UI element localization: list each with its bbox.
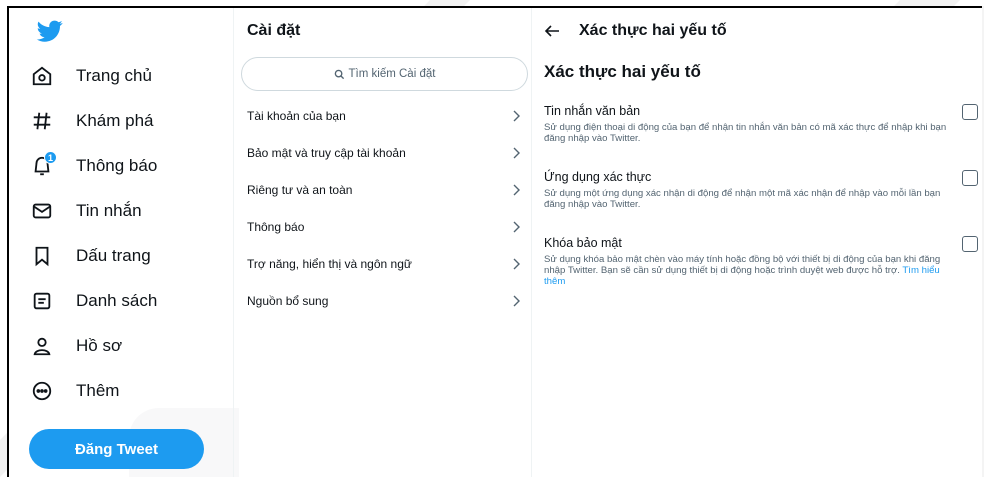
settings-item-label: Nguồn bổ sung bbox=[247, 293, 329, 308]
nav-item-explore[interactable]: Khám phá bbox=[27, 101, 154, 141]
list-icon bbox=[27, 286, 57, 316]
option-text-message[interactable]: Tin nhắn văn bản Sử dụng điện thoại di đ… bbox=[544, 104, 982, 144]
page-title: Xác thực hai yếu tố bbox=[544, 62, 701, 81]
nav-item-label: Trang chủ bbox=[76, 66, 152, 85]
nav-item-notifications[interactable]: 1 Thông báo bbox=[27, 146, 157, 186]
nav-item-home[interactable]: Trang chủ bbox=[27, 56, 152, 96]
home-icon bbox=[27, 61, 57, 91]
settings-item-label: Thông báo bbox=[247, 219, 305, 234]
option-description-text: Sử dụng khóa bảo mật chèn vào máy tính h… bbox=[544, 254, 941, 276]
settings-item-accessibility[interactable]: Trợ năng, hiển thị và ngôn ngữ bbox=[234, 245, 531, 282]
bookmark-icon bbox=[27, 241, 57, 271]
option-description: Sử dụng điện thoại di động của bạn để nh… bbox=[544, 122, 947, 144]
chevron-right-icon bbox=[513, 184, 520, 195]
mail-icon bbox=[27, 196, 57, 226]
settings-search-input[interactable]: Tìm kiếm Cài đặt bbox=[241, 57, 528, 91]
nav-item-messages[interactable]: Tin nhắn bbox=[27, 191, 142, 231]
settings-item-notifications[interactable]: Thông báo bbox=[234, 208, 531, 245]
option-authenticator-app[interactable]: Ứng dụng xác thực Sử dụng một ứng dụng x… bbox=[544, 170, 982, 210]
back-arrow-icon[interactable] bbox=[544, 24, 560, 38]
authenticator-app-checkbox[interactable] bbox=[962, 170, 978, 186]
settings-item-privacy[interactable]: Riêng tư và an toàn bbox=[234, 171, 531, 208]
nav-item-label: Thêm bbox=[76, 381, 120, 400]
settings-column: Cài đặt Tìm kiếm Cài đặt Tài khoản của b… bbox=[233, 8, 532, 477]
option-title: Ứng dụng xác thực bbox=[544, 170, 652, 184]
nav-item-label: Dấu trang bbox=[76, 246, 151, 265]
settings-title: Cài đặt bbox=[247, 22, 301, 39]
chevron-right-icon bbox=[513, 221, 520, 232]
text-message-checkbox[interactable] bbox=[962, 104, 978, 120]
twitter-window: Trang chủ Khám phá 1 Thông báo Tin nhắn bbox=[7, 6, 982, 477]
nav-item-more[interactable]: Thêm bbox=[27, 371, 119, 411]
option-title: Tin nhắn văn bản bbox=[544, 104, 641, 118]
search-icon bbox=[334, 69, 344, 79]
chevron-right-icon bbox=[513, 258, 520, 269]
chevron-right-icon bbox=[513, 147, 520, 158]
profile-icon bbox=[27, 331, 57, 361]
tweet-button[interactable]: Đăng Tweet bbox=[29, 429, 204, 469]
settings-item-label: Riêng tư và an toàn bbox=[247, 182, 353, 197]
chevron-right-icon bbox=[513, 295, 520, 306]
option-security-key[interactable]: Khóa bảo mật Sử dụng khóa bảo mật chèn v… bbox=[544, 236, 982, 287]
chevron-right-icon bbox=[513, 110, 520, 121]
two-factor-panel: Xác thực hai yếu tố Xác thực hai yếu tố … bbox=[532, 8, 982, 477]
twitter-logo-icon[interactable] bbox=[35, 18, 65, 44]
settings-item-account[interactable]: Tài khoản của bạn bbox=[234, 97, 531, 134]
left-navigation: Trang chủ Khám phá 1 Thông báo Tin nhắn bbox=[9, 8, 239, 477]
more-icon bbox=[27, 376, 57, 406]
option-description: Sử dụng một ứng dụng xác nhận di động để… bbox=[544, 188, 941, 210]
nav-item-profile[interactable]: Hồ sơ bbox=[27, 326, 122, 366]
panel-header-title: Xác thực hai yếu tố bbox=[579, 22, 727, 39]
nav-item-label: Hồ sơ bbox=[76, 336, 123, 355]
nav-item-label: Danh sách bbox=[76, 291, 158, 310]
settings-item-security[interactable]: Bảo mật và truy cập tài khoản bbox=[234, 134, 531, 171]
settings-item-label: Tài khoản của bạn bbox=[247, 108, 346, 123]
search-placeholder: Tìm kiếm Cài đặt bbox=[348, 68, 436, 80]
settings-item-resources[interactable]: Nguồn bổ sung bbox=[234, 282, 531, 319]
security-key-checkbox[interactable] bbox=[962, 236, 978, 252]
settings-item-label: Bảo mật và truy cập tài khoản bbox=[247, 145, 406, 160]
bell-icon: 1 bbox=[27, 151, 57, 181]
nav-item-lists[interactable]: Danh sách bbox=[27, 281, 157, 321]
notification-badge: 1 bbox=[44, 151, 57, 164]
settings-item-label: Trợ năng, hiển thị và ngôn ngữ bbox=[247, 256, 412, 271]
nav-item-label: Khám phá bbox=[76, 111, 154, 130]
option-title: Khóa bảo mật bbox=[544, 236, 622, 250]
option-description: Sử dụng khóa bảo mật chèn vào máy tính h… bbox=[544, 254, 959, 287]
nav-item-label: Thông báo bbox=[76, 156, 158, 175]
hashtag-icon bbox=[27, 106, 57, 136]
nav-item-label: Tin nhắn bbox=[76, 201, 142, 220]
nav-item-bookmarks[interactable]: Dấu trang bbox=[27, 236, 151, 276]
